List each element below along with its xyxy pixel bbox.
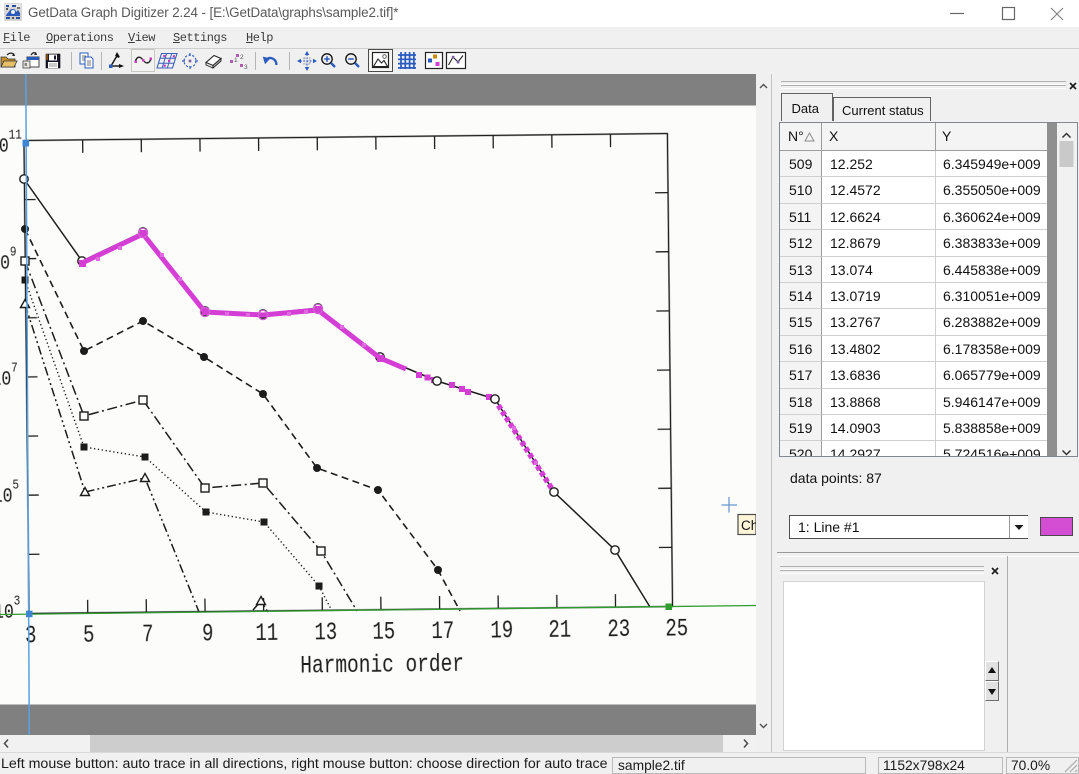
svg-text:15: 15 [372, 618, 395, 646]
svg-text:Harmonic order: Harmonic order [300, 650, 464, 681]
svg-text:11: 11 [255, 620, 278, 648]
svg-text:25: 25 [665, 615, 688, 643]
svg-text:3: 3 [25, 622, 37, 650]
svg-text:9: 9 [202, 620, 214, 648]
svg-text:Ch: Ch [741, 518, 756, 533]
svg-text:17: 17 [431, 618, 454, 646]
svg-text:3: 3 [244, 64, 248, 71]
svg-text:21: 21 [548, 616, 571, 644]
svg-text:13: 13 [314, 619, 337, 647]
svg-text:19: 19 [490, 617, 513, 645]
svg-text:23: 23 [607, 616, 630, 644]
svg-text:7: 7 [142, 621, 154, 649]
svg-text:2: 2 [240, 54, 244, 61]
svg-text:1: 1 [234, 57, 238, 64]
svg-text:5: 5 [83, 622, 95, 650]
